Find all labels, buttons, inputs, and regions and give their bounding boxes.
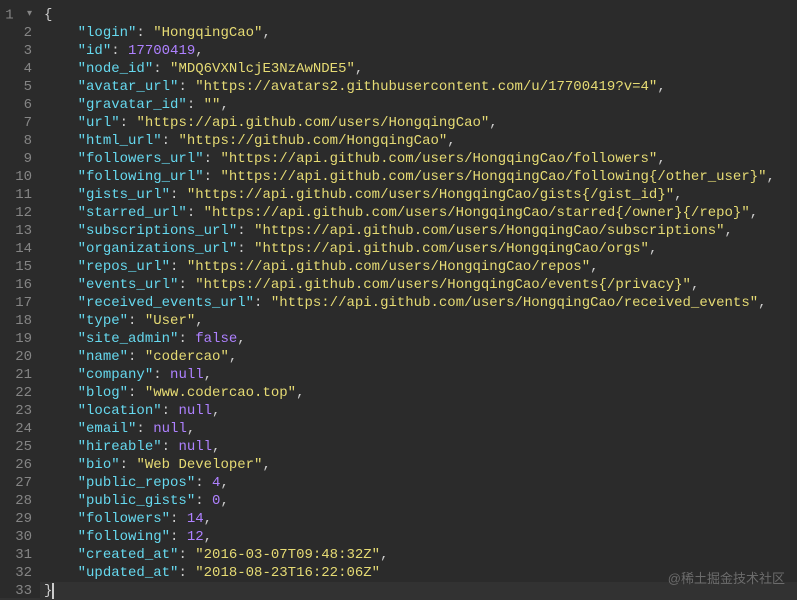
- code-line[interactable]: "subscriptions_url": "https://api.github…: [44, 222, 775, 240]
- line-number: 19: [4, 330, 32, 348]
- line-number: 31: [4, 546, 32, 564]
- line-number: 8: [4, 132, 32, 150]
- code-line[interactable]: "name": "codercao",: [44, 348, 775, 366]
- code-area[interactable]: { "login": "HongqingCao", "id": 17700419…: [40, 0, 775, 598]
- line-number: 29: [4, 510, 32, 528]
- code-line[interactable]: "avatar_url": "https://avatars2.githubus…: [44, 78, 775, 96]
- line-number: 12: [4, 204, 32, 222]
- line-number: 1 ▾: [4, 6, 32, 24]
- line-number: 32: [4, 564, 32, 582]
- line-number: 18: [4, 312, 32, 330]
- code-line[interactable]: "following": 12,: [44, 528, 775, 546]
- code-line[interactable]: "location": null,: [44, 402, 775, 420]
- line-number: 17: [4, 294, 32, 312]
- code-line[interactable]: "gists_url": "https://api.github.com/use…: [44, 186, 775, 204]
- line-number: 10: [4, 168, 32, 186]
- line-number: 28: [4, 492, 32, 510]
- line-number: 5: [4, 78, 32, 96]
- code-line[interactable]: "following_url": "https://api.github.com…: [44, 168, 775, 186]
- code-line[interactable]: "repos_url": "https://api.github.com/use…: [44, 258, 775, 276]
- code-line[interactable]: "login": "HongqingCao",: [44, 24, 775, 42]
- code-line[interactable]: "events_url": "https://api.github.com/us…: [44, 276, 775, 294]
- code-line[interactable]: }: [44, 582, 775, 600]
- code-line[interactable]: "bio": "Web Developer",: [44, 456, 775, 474]
- code-line[interactable]: "hireable": null,: [44, 438, 775, 456]
- line-number: 11: [4, 186, 32, 204]
- code-line[interactable]: "node_id": "MDQ6VXNlcjE3NzAwNDE5",: [44, 60, 775, 78]
- line-number: 30: [4, 528, 32, 546]
- code-line[interactable]: "public_repos": 4,: [44, 474, 775, 492]
- code-line[interactable]: "id": 17700419,: [44, 42, 775, 60]
- line-number: 4: [4, 60, 32, 78]
- line-number: 20: [4, 348, 32, 366]
- code-line[interactable]: "public_gists": 0,: [44, 492, 775, 510]
- line-number: 33: [4, 582, 32, 600]
- code-line[interactable]: "blog": "www.codercao.top",: [44, 384, 775, 402]
- code-line[interactable]: "email": null,: [44, 420, 775, 438]
- line-number: 24: [4, 420, 32, 438]
- line-number: 3: [4, 42, 32, 60]
- code-line[interactable]: "starred_url": "https://api.github.com/u…: [44, 204, 775, 222]
- line-number: 16: [4, 276, 32, 294]
- line-number: 6: [4, 96, 32, 114]
- line-number-gutter: 1 ▾2345678910111213141516171819202122232…: [0, 0, 40, 598]
- code-line[interactable]: "url": "https://api.github.com/users/Hon…: [44, 114, 775, 132]
- text-cursor: [52, 583, 54, 599]
- line-number: 22: [4, 384, 32, 402]
- code-line[interactable]: "type": "User",: [44, 312, 775, 330]
- line-number: 7: [4, 114, 32, 132]
- code-line[interactable]: "gravatar_id": "",: [44, 96, 775, 114]
- code-line[interactable]: "received_events_url": "https://api.gith…: [44, 294, 775, 312]
- line-number: 25: [4, 438, 32, 456]
- line-number: 23: [4, 402, 32, 420]
- line-number: 14: [4, 240, 32, 258]
- line-number: 13: [4, 222, 32, 240]
- code-line[interactable]: "organizations_url": "https://api.github…: [44, 240, 775, 258]
- watermark: @稀土掘金技术社区: [668, 570, 785, 588]
- line-number: 27: [4, 474, 32, 492]
- line-number: 2: [4, 24, 32, 42]
- code-line[interactable]: "followers_url": "https://api.github.com…: [44, 150, 775, 168]
- code-line[interactable]: "followers": 14,: [44, 510, 775, 528]
- code-line[interactable]: {: [44, 6, 775, 24]
- fold-toggle-icon[interactable]: ▾: [22, 6, 32, 24]
- line-number: 9: [4, 150, 32, 168]
- code-line[interactable]: "html_url": "https://github.com/Hongqing…: [44, 132, 775, 150]
- line-number: 21: [4, 366, 32, 384]
- code-line[interactable]: "site_admin": false,: [44, 330, 775, 348]
- line-number: 26: [4, 456, 32, 474]
- code-line[interactable]: "updated_at": "2018-08-23T16:22:06Z": [44, 564, 775, 582]
- line-number: 15: [4, 258, 32, 276]
- code-line[interactable]: "company": null,: [44, 366, 775, 384]
- code-line[interactable]: "created_at": "2016-03-07T09:48:32Z",: [44, 546, 775, 564]
